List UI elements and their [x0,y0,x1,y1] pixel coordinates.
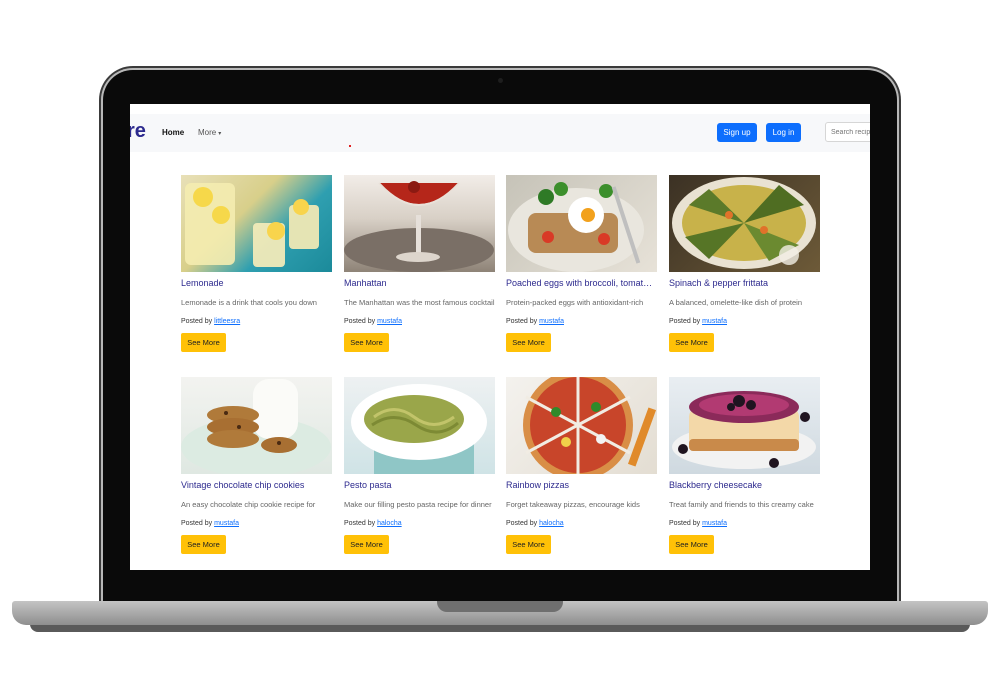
author-link[interactable]: mustafa [702,318,727,325]
recipe-description: An easy chocolate chip cookie recipe for [181,500,316,509]
recipe-posted-by: Posted by halocha [344,518,495,529]
see-more-button[interactable]: See More [181,333,226,352]
recipe-card: Lemonade Lemonade is a drink that cools … [181,175,332,352]
pizza-illustration [523,377,657,474]
recipe-title[interactable]: Spinach & pepper frittata [669,277,820,289]
posted-by-label: Posted by [506,318,538,325]
recipe-card: Vintage chocolate chip cookies An easy c… [181,377,332,554]
poached-eggs-illustration [508,182,644,272]
recipe-description: Treat family and friends to this creamy … [669,500,814,509]
recipe-image-poached-eggs[interactable] [506,175,657,272]
recipe-title[interactable]: Poached eggs with broccoli, tomatoes [506,277,657,289]
screen: re Home More▾ Sign up Log in Lemonade [130,104,870,570]
recipe-posted-by: Posted by mustafa [669,518,820,529]
red-dot-mark [349,145,351,147]
signup-button[interactable]: Sign up [717,123,757,142]
see-more-button[interactable]: See More [669,333,714,352]
frittata-illustration [672,177,816,269]
recipe-posted-by: Posted by mustafa [669,316,820,327]
author-link[interactable]: mustafa [702,520,727,527]
recipe-title[interactable]: Blackberry cheesecake [669,479,820,491]
caret-down-icon: ▾ [218,131,222,137]
login-button[interactable]: Log in [766,123,801,142]
recipe-card: Manhattan The Manhattan was the most fam… [344,175,495,352]
navbar: re Home More ▾ Sign up Log in [130,114,870,152]
posted-by-label: Posted by [669,520,701,527]
author-link[interactable]: mustafa [539,318,564,325]
laptop-notch [437,601,563,612]
author-link[interactable]: halocha [539,520,564,527]
pesto-pasta-illustration [351,384,487,474]
recipe-image-manhattan[interactable] [344,175,495,272]
recipe-card: Blackberry cheesecake Treat family and f… [669,377,820,554]
laptop-base-shadow [30,624,970,632]
posted-by-label: Posted by [344,520,376,527]
recipe-title[interactable]: Lemonade [181,277,332,289]
manhattan-illustration [344,181,494,272]
recipe-posted-by: Posted by mustafa [181,518,332,529]
recipe-title[interactable]: Manhattan [344,277,495,289]
recipe-image-lemonade[interactable] [181,175,332,272]
recipe-description: A balanced, omelette-like dish of protei… [669,298,802,307]
posted-by-label: Posted by [669,318,701,325]
recipe-image-pesto-pasta[interactable] [344,377,495,474]
author-link[interactable]: halocha [377,520,402,527]
see-more-button[interactable]: See More [506,535,551,554]
recipe-description: The Manhattan was the most famous cockta… [344,298,495,307]
recipe-description: Forget takeaway pizzas, encourage kids [506,500,640,509]
recipe-posted-by: Posted by mustafa [506,316,657,327]
recipe-posted-by: Posted by mustafa [344,316,495,327]
see-more-button[interactable]: See More [181,535,226,554]
nav-home-link[interactable]: Home [162,128,184,137]
recipe-title[interactable]: Vintage chocolate chip cookies [181,479,332,491]
brand-logo[interactable]: re [130,120,146,143]
posted-by-label: Posted by [181,520,213,527]
recipe-card: Pesto pasta Make our filling pesto pasta… [344,377,495,554]
author-link[interactable]: mustafa [214,520,239,527]
recipe-image-cheesecake[interactable] [669,377,820,474]
cookies-illustration [181,379,331,474]
see-more-button[interactable]: See More [344,535,389,554]
author-link[interactable]: littleesra [214,318,240,325]
webcam-icon [498,78,503,83]
author-link[interactable]: mustafa [377,318,402,325]
recipe-image-frittata[interactable] [669,175,820,272]
see-more-button[interactable]: See More [669,535,714,554]
recipe-description: Make our filling pesto pasta recipe for … [344,500,492,509]
posted-by-label: Posted by [506,520,538,527]
see-more-button[interactable]: See More [506,333,551,352]
recipe-posted-by: Posted by littleesra [181,316,332,327]
recipe-image-pizza[interactable] [506,377,657,474]
recipe-title[interactable]: Pesto pasta [344,479,495,491]
recipe-card: Rainbow pizzas Forget takeaway pizzas, e… [506,377,657,554]
recipe-description: Protein-packed eggs with antioxidant-ric… [506,298,644,307]
search-input[interactable] [825,122,870,142]
see-more-button[interactable]: See More [344,333,389,352]
recipe-posted-by: Posted by halocha [506,518,657,529]
recipe-title[interactable]: Rainbow pizzas [506,479,657,491]
nav-more-label: More [198,128,217,137]
posted-by-label: Posted by [344,318,376,325]
recipe-description: Lemonade is a drink that cools you down [181,298,317,307]
cheesecake-illustration [672,391,816,469]
nav-more-dropdown[interactable]: More ▾ [198,128,221,137]
posted-by-label: Posted by [181,318,213,325]
recipe-image-cookies[interactable] [181,377,332,474]
recipe-card: Poached eggs with broccoli, tomatoes Pro… [506,175,657,352]
lemonade-illustration [185,183,319,267]
recipe-card: Spinach & pepper frittata A balanced, om… [669,175,820,352]
